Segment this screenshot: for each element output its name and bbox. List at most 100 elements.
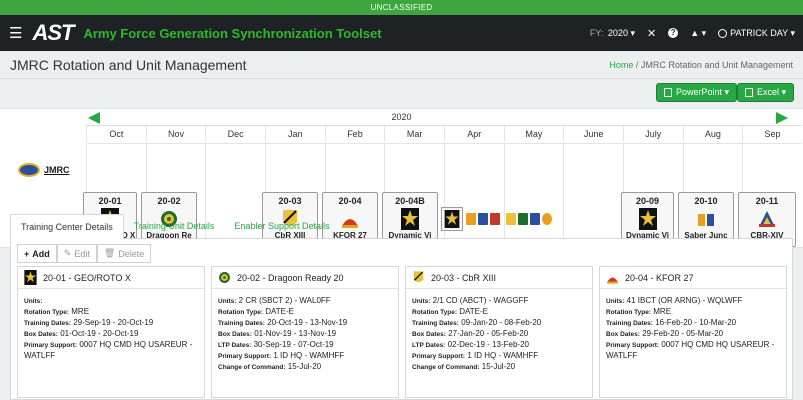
powerpoint-export-button[interactable]: PowerPoint ▾ — [656, 83, 738, 102]
rotation-type-label: Rotation Type: — [218, 309, 264, 316]
month-header: Feb — [324, 126, 385, 142]
month-header: Nov — [145, 126, 206, 142]
card-title: 20-01 - GEO/ROTO X — [43, 272, 131, 283]
card-header: 20-04 - KFOR 27 — [600, 267, 786, 289]
box-dates-value: 29-Feb-20 - 05-Mar-20 — [642, 329, 724, 338]
card-header: 20-01 - GEO/ROTO X — [18, 267, 204, 289]
month-header: Jan — [264, 126, 325, 142]
rotation-detail-card[interactable]: 20-01 - GEO/ROTO X Units: Rotation Type:… — [17, 266, 205, 398]
box-dates-label: Box Dates: — [606, 331, 640, 338]
primary-support-value: 0007 HQ CMD HQ USAREUR - — [661, 340, 775, 349]
month-header: June — [563, 126, 623, 142]
classification-banner: UNCLASSIFIED — [0, 0, 803, 15]
training-center-row-label: JMRC — [18, 163, 70, 177]
breadcrumb-home-link[interactable]: Home — [609, 60, 633, 70]
fy-label: FY: — [589, 27, 604, 38]
change-of-command-label: Change of Command: — [412, 364, 480, 371]
rotation-detail-card[interactable]: 20-04 - KFOR 27 Units: 41 IBCT (OR ARNG)… — [599, 266, 787, 398]
change-of-command-label: Change of Command: — [218, 364, 286, 371]
add-button[interactable]: + Add — [17, 244, 57, 263]
excel-label: Excel ▾ — [757, 87, 787, 97]
rotation-detail-cards: 20-01 - GEO/ROTO X Units: Rotation Type:… — [17, 266, 788, 398]
breadcrumb-separator: / — [633, 59, 641, 70]
box-dates-value: 01-Nov-19 - 13-Nov-19 — [254, 329, 337, 338]
jmrc-link[interactable]: JMRC — [44, 165, 70, 175]
card-title: 20-02 - Dragoon Ready 20 — [237, 272, 344, 283]
training-dates-value: 09-Jan-20 - 08-Feb-20 — [461, 318, 542, 327]
units-value: 41 IBCT (OR ARNG) - WQLWFF — [626, 296, 743, 305]
training-dates-value: 20-Oct-19 - 13-Nov-19 — [267, 318, 348, 327]
primary-support-label: Primary Support: — [412, 353, 466, 360]
training-dates-label: Training Dates: — [24, 320, 71, 327]
excel-export-button[interactable]: Excel ▾ — [737, 83, 795, 102]
ltp-dates-value: 30-Sep-19 - 07-Oct-19 — [253, 340, 334, 349]
page-header: JMRC Rotation and Unit Management Home /… — [0, 51, 803, 79]
rotation-code: 20-02 — [157, 196, 181, 206]
month-header-row: Oct Nov Dec Jan Feb Mar Apr May June Jul… — [86, 126, 802, 142]
card-body: Units: 2/1 CD (ABCT) - WAGGFF Rotation T… — [406, 289, 592, 380]
page-title: JMRC Rotation and Unit Management — [10, 56, 247, 73]
delete-button[interactable]: 🗑 Delete — [96, 244, 152, 263]
card-body: Units: 2 CR (SBCT 2) - WAL0FF Rotation T… — [212, 289, 398, 380]
hamburger-menu-icon[interactable]: ☰ — [9, 24, 22, 42]
primary-support-value-cont: WATLFF — [606, 351, 638, 360]
edit-button[interactable]: ✎ Edit — [56, 244, 97, 263]
rotation-code: 20-11 — [755, 196, 779, 206]
month-header: Sep — [742, 126, 802, 142]
army-star-icon — [24, 270, 37, 285]
app-title: Army Force Generation Synchronization To… — [83, 25, 382, 41]
box-dates-label: Box Dates: — [412, 331, 446, 338]
powerpoint-label: PowerPoint ▾ — [676, 87, 730, 97]
kfor-badge-icon — [607, 277, 618, 284]
navbar-right: FY: 2020 ▾ ✕ ? ▲ ▾ PATRICK DAY ▾ — [580, 27, 803, 40]
primary-support-value-cont: WATLFF — [24, 351, 56, 360]
tab-training-center-details[interactable]: Training Center Details — [10, 214, 124, 239]
units-label: Units: — [606, 298, 625, 305]
document-icon — [664, 88, 672, 97]
training-dates-label: Training Dates: — [218, 320, 265, 327]
training-dates-label: Training Dates: — [606, 320, 653, 327]
month-header: Mar — [384, 126, 444, 142]
month-header: May — [503, 126, 564, 142]
rotation-code: 20-03 — [278, 196, 302, 206]
cavalry-badge-icon — [219, 272, 230, 283]
timeline-year: 2020 — [391, 112, 412, 122]
app-logo[interactable]: AST — [32, 20, 74, 46]
pencil-icon: ✎ — [63, 248, 72, 258]
card-body: Units: Rotation Type: MRE Training Dates… — [18, 289, 204, 369]
card-body: Units: 41 IBCT (OR ARNG) - WQLWFF Rotati… — [600, 289, 786, 369]
month-header: July — [622, 126, 683, 142]
change-of-command-value: 15-Jul-20 — [481, 362, 516, 371]
fiscal-year-selector[interactable]: FY: 2020 ▾ — [590, 28, 635, 39]
tab-enabler-support-details[interactable]: Enabler Support Details — [224, 214, 339, 239]
change-of-command-value: 15-Jul-20 — [287, 362, 322, 371]
rotation-type-value: MRE — [653, 307, 672, 316]
export-toolbar: PowerPoint ▾ Excel ▾ — [0, 83, 803, 103]
detail-tabs: Training Center Details Training Unit De… — [10, 214, 793, 239]
top-navbar: ☰ AST Army Force Generation Synchronizat… — [0, 15, 803, 51]
rotation-detail-card[interactable]: 20-02 - Dragoon Ready 20 Units: 2 CR (SB… — [211, 266, 399, 398]
first-cavalry-badge-icon — [413, 271, 424, 283]
help-icon[interactable]: ? — [668, 28, 679, 38]
tab-training-unit-details[interactable]: Training Unit Details — [124, 214, 225, 239]
card-header: 20-02 - Dragoon Ready 20 — [212, 267, 398, 289]
breadcrumb-current: JMRC Rotation and Unit Management — [640, 59, 793, 70]
document-icon — [745, 88, 753, 97]
units-label: Units: — [218, 298, 237, 305]
notifications-bell-icon[interactable]: ▲ ▾ — [690, 28, 706, 39]
month-header: Apr — [443, 126, 504, 142]
units-label: Units: — [412, 298, 431, 305]
main-content: JMRC Rotation and Unit Management Home /… — [0, 51, 803, 400]
ltp-dates-value: 02-Dec-19 - 13-Feb-20 — [447, 340, 529, 349]
month-header: Aug — [682, 126, 743, 142]
next-year-arrow-icon[interactable] — [776, 112, 788, 124]
units-value: 2 CR (SBCT 2) - WAL0FF — [238, 296, 331, 305]
rotation-detail-card[interactable]: 20-03 - CbR XIII Units: 2/1 CD (ABCT) - … — [405, 266, 593, 398]
primary-support-value: 1 ID HQ - WAMHFF — [467, 351, 539, 360]
trash-icon: 🗑 — [103, 248, 116, 258]
units-label: Units: — [24, 298, 43, 305]
rotation-code: 20-04B — [395, 196, 425, 206]
user-menu[interactable]: PATRICK DAY ▾ — [730, 28, 795, 39]
primary-support-value: 1 ID HQ - WAMHFF — [273, 351, 345, 360]
tools-icon[interactable]: ✕ — [647, 27, 656, 40]
